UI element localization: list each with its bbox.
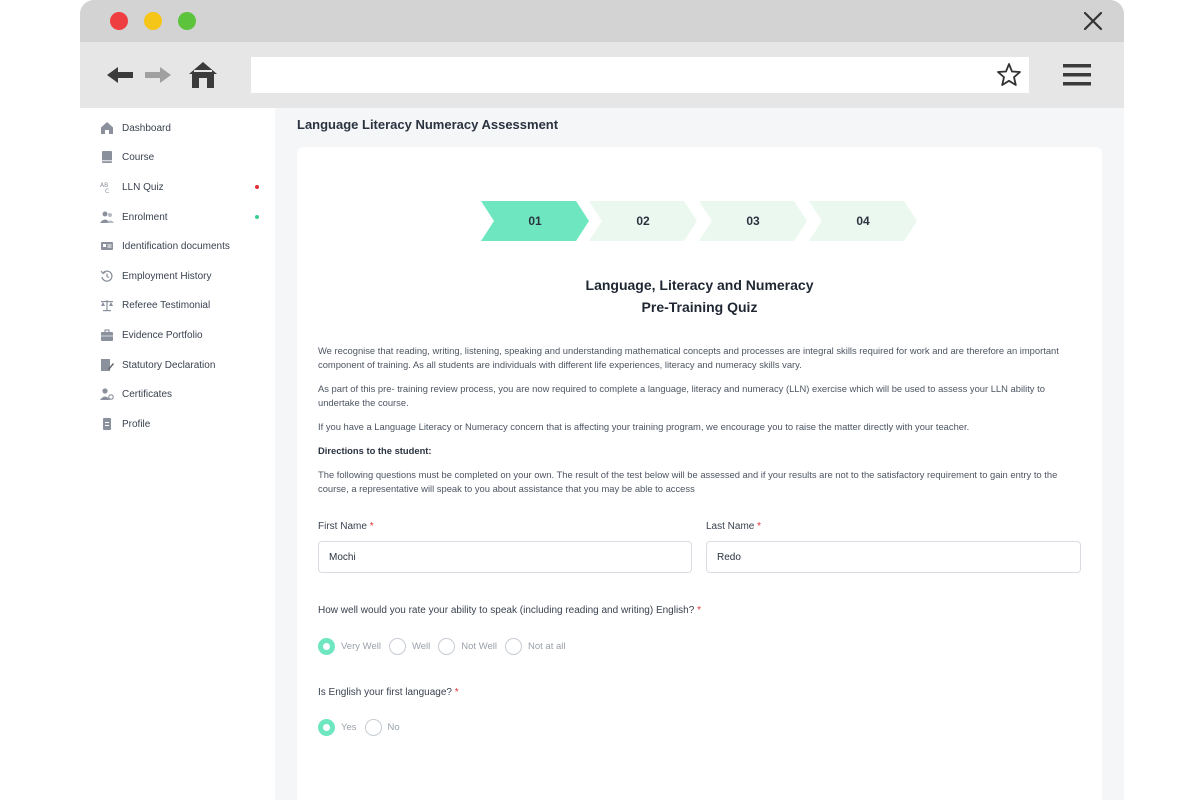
main-content: Language Literacy Numeracy Assessment 01…	[275, 108, 1124, 800]
required-mark: *	[757, 521, 762, 532]
home-icon[interactable]	[187, 59, 219, 91]
first-name-input[interactable]	[318, 541, 692, 573]
radio-well[interactable]: Well	[388, 637, 431, 655]
profile-icon	[103, 418, 111, 430]
book-icon	[102, 151, 112, 163]
svg-text:C: C	[105, 188, 109, 194]
quiz-title-line2: Pre-Training Quiz	[641, 299, 758, 315]
close-icon[interactable]	[1082, 10, 1104, 32]
radio-circle[interactable]	[318, 718, 335, 736]
radio-label: Yes	[341, 721, 357, 733]
step-3[interactable]: 03	[699, 201, 807, 241]
directions-paragraph: The following questions must be complete…	[318, 469, 1058, 494]
back-arrow-icon[interactable]	[104, 59, 136, 91]
page-title: Language Literacy Numeracy Assessment	[297, 117, 559, 132]
abc-icon: ABC	[100, 182, 109, 194]
sidebar-item-label: Profile	[122, 418, 151, 430]
radio-not-well[interactable]: Not Well	[438, 637, 497, 655]
users-icon	[100, 211, 114, 223]
radio-circle[interactable]	[364, 718, 382, 736]
required-mark: *	[369, 521, 374, 532]
radio-label: No	[387, 721, 400, 733]
document-edit-icon	[101, 359, 114, 371]
step-progress: 01 02 03 04	[481, 201, 921, 241]
required-mark: *	[697, 605, 701, 616]
sidebar-item-employment-history[interactable]: Employment History	[100, 267, 265, 285]
radio-not-at-all[interactable]: Not at all	[505, 637, 566, 655]
window-maximize-dot[interactable]	[178, 12, 196, 30]
radio-circle[interactable]	[388, 637, 406, 655]
id-card-icon	[101, 242, 113, 250]
sidebar-item-dashboard[interactable]: Dashboard	[100, 119, 265, 137]
sidebar-item-referee-testimonial[interactable]: Referee Testimonial	[100, 296, 265, 314]
sidebar-item-profile[interactable]: Profile	[100, 415, 265, 433]
radio-group-english-ability: Very Well Well Not Well Not at all	[318, 637, 574, 655]
question-text: Is English your first language?	[318, 687, 452, 698]
quiz-title-line1: Language, Literacy and Numeracy	[585, 277, 814, 293]
sidebar-item-label: Enrolment	[122, 211, 168, 223]
sidebar-item-label: Identification documents	[122, 240, 230, 252]
step-2[interactable]: 02	[589, 201, 697, 241]
radio-label: Not Well	[461, 640, 497, 652]
sidebar-item-identification-documents[interactable]: Identification documents	[100, 237, 265, 255]
radio-no[interactable]: No	[364, 718, 400, 736]
question-first-language: Is English your first language? *	[318, 687, 459, 698]
radio-very-well[interactable]: Very Well	[318, 637, 381, 655]
required-mark: *	[454, 687, 459, 698]
last-name-label: Last Name *	[706, 521, 761, 532]
sidebar-item-label: Employment History	[122, 270, 212, 282]
step-4[interactable]: 04	[809, 201, 917, 241]
radio-circle[interactable]	[318, 637, 335, 655]
radio-label: Well	[411, 640, 431, 652]
window-minimize-dot[interactable]	[144, 12, 162, 30]
radio-circle[interactable]	[505, 637, 522, 655]
certificate-user-icon	[100, 388, 114, 400]
sidebar-item-evidence-portfolio[interactable]: Evidence Portfolio	[100, 326, 265, 344]
intro-paragraph-3: If you have a Language Literacy or Numer…	[318, 421, 970, 432]
radio-circle[interactable]	[438, 637, 456, 655]
radio-label: Very Well	[341, 640, 381, 652]
quiz-card: 01 02 03 04 Language, Literacy and Numer…	[297, 147, 1102, 800]
sidebar-item-label: Certificates	[122, 388, 173, 400]
browser-window: Dashboard Course AB C LLN Quiz Enrolment …	[80, 0, 1124, 800]
sidebar-item-certificates[interactable]: Certificates	[100, 385, 265, 403]
radio-label: Not at all	[528, 640, 566, 652]
step-1[interactable]: 01	[481, 201, 589, 241]
radio-yes[interactable]: Yes	[318, 718, 357, 736]
sidebar-item-label: Dashboard	[122, 122, 171, 134]
browser-toolbar	[80, 42, 1124, 108]
star-icon[interactable]	[995, 61, 1023, 89]
window-close-dot[interactable]	[110, 12, 128, 30]
sidebar-item-label: Course	[122, 151, 155, 163]
sidebar-item-label: LLN Quiz	[122, 181, 164, 193]
title-bar	[80, 0, 1124, 42]
hamburger-menu-icon[interactable]	[1062, 61, 1092, 89]
question-text: How well would you rate your ability to …	[318, 605, 695, 616]
home-icon	[101, 122, 113, 134]
sidebar-item-label: Statutory Declaration	[122, 359, 216, 371]
sidebar-item-enrolment[interactable]: Enrolment	[100, 208, 265, 226]
question-english-ability: How well would you rate your ability to …	[318, 605, 701, 616]
status-badge	[255, 215, 259, 219]
radio-group-first-language: Yes No	[318, 718, 408, 736]
sidebar-item-label: Referee Testimonial	[122, 299, 211, 311]
status-badge	[255, 185, 259, 189]
first-name-label-text: First Name	[318, 521, 367, 532]
address-bar[interactable]	[251, 57, 1029, 93]
last-name-input[interactable]	[706, 541, 1081, 573]
scale-icon	[101, 300, 113, 312]
sidebar-item-statutory-declaration[interactable]: Statutory Declaration	[100, 356, 265, 374]
directions-heading: Directions to the student:	[318, 445, 432, 456]
history-icon	[100, 270, 113, 282]
intro-paragraph-2: As part of this pre- training review pro…	[318, 383, 1045, 408]
forward-arrow-icon[interactable]	[142, 59, 174, 91]
first-name-label: First Name *	[318, 521, 374, 532]
sidebar: Dashboard Course AB C LLN Quiz Enrolment …	[80, 108, 275, 800]
intro-paragraph-1: We recognise that reading, writing, list…	[318, 345, 1059, 370]
last-name-label-text: Last Name	[706, 521, 755, 532]
sidebar-item-lln-quiz[interactable]: AB C LLN Quiz	[100, 178, 265, 196]
briefcase-icon	[101, 329, 113, 341]
sidebar-item-label: Evidence Portfolio	[122, 329, 203, 341]
sidebar-item-course[interactable]: Course	[100, 148, 265, 166]
